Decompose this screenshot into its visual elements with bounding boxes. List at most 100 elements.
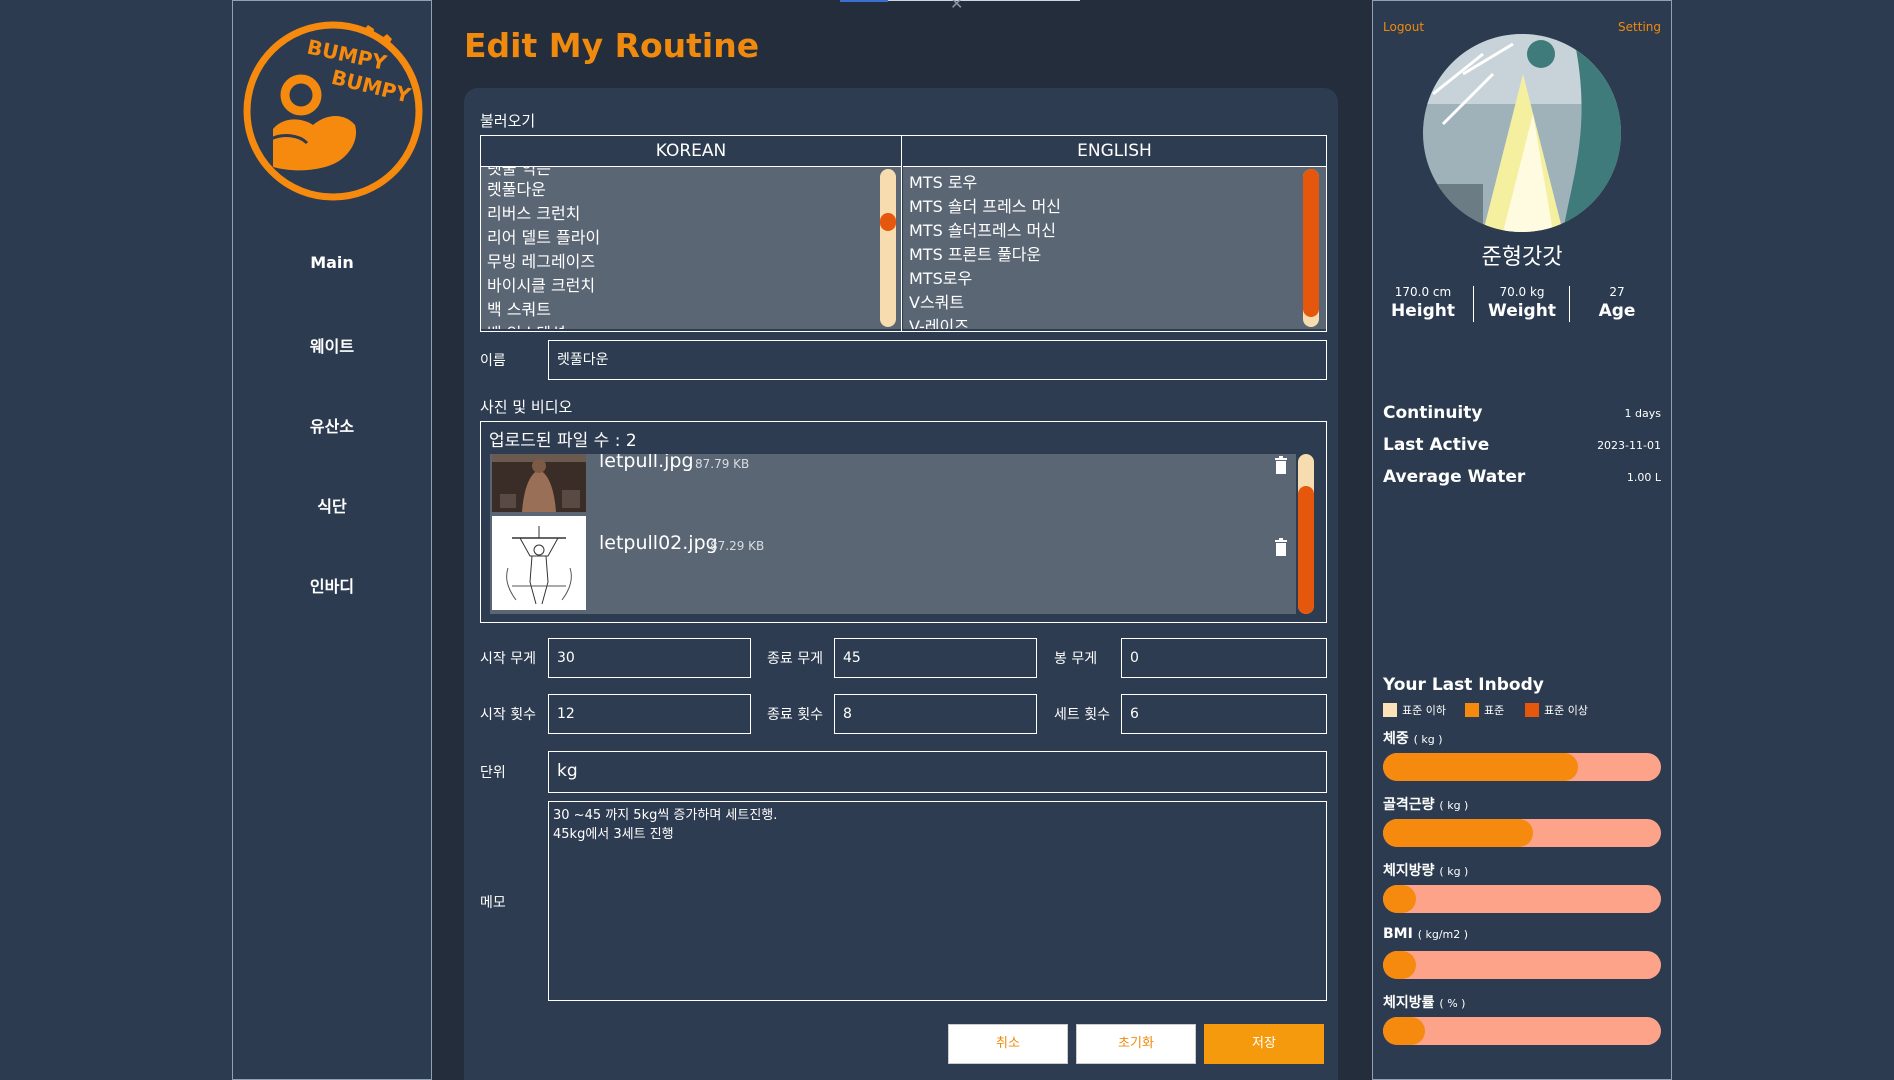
memo-textarea[interactable] — [548, 801, 1327, 1001]
bar-unit: ( % ) — [1439, 997, 1466, 1010]
sets-label: 세트 횟수 — [1054, 707, 1110, 723]
korean-scroll-thumb[interactable] — [880, 213, 896, 231]
files-scroll-thumb[interactable] — [1298, 486, 1314, 614]
list-item[interactable]: 백 스쿼트 — [487, 296, 551, 320]
page-title: Edit My Routine — [464, 26, 760, 65]
file-list: letpull.jpg 87.79 KB letpull02.jpg 87.29… — [490, 454, 1296, 614]
bar-label-bmi: BMI ( kg/m2 ) — [1383, 926, 1468, 942]
unit-label: 단위 — [480, 765, 506, 781]
height-value: 170.0 cm — [1394, 285, 1452, 299]
name-input[interactable]: 렛풀다운 — [548, 340, 1327, 380]
nav-weight[interactable]: 웨이트 — [233, 333, 431, 357]
list-item[interactable]: V-레이즈 — [909, 313, 969, 329]
bar-label-fat-mass: 체지방량 ( kg ) — [1383, 860, 1468, 880]
end-reps-input[interactable]: 8 — [834, 694, 1037, 734]
bar-weight-input[interactable]: 0 — [1121, 638, 1327, 678]
delete-file-icon[interactable] — [1274, 538, 1288, 556]
delete-file-icon[interactable] — [1274, 456, 1288, 474]
bar-weight-label: 봉 무게 — [1054, 651, 1098, 667]
english-header: ENGLISH — [903, 136, 1326, 167]
file-count: 업로드된 파일 수 : 2 — [489, 431, 637, 451]
list-item[interactable]: 바이시클 크런치 — [487, 272, 595, 296]
height-label: Height — [1391, 301, 1455, 321]
start-weight-input[interactable]: 30 — [548, 638, 751, 678]
age-value: 27 — [1609, 285, 1625, 299]
avatar[interactable] — [1423, 34, 1621, 232]
bar-name: 골격근량 — [1383, 797, 1435, 813]
cancel-button[interactable]: 취소 — [948, 1024, 1068, 1064]
nav-cardio[interactable]: 유산소 — [233, 413, 431, 437]
stat-age: 27 Age — [1569, 285, 1665, 321]
bar-fill — [1383, 951, 1417, 979]
bar-name: BMI — [1383, 926, 1413, 942]
sidebar: BUMPY BUMPY Main 웨이트 유산소 식단 인바디 — [232, 0, 432, 1080]
bar-fat-pct — [1383, 1017, 1661, 1045]
file-upload-area[interactable]: 업로드된 파일 수 : 2 letpull.jpg 87.79 KB letpu… — [480, 421, 1327, 623]
list-item[interactable]: 리버스 크런치 — [487, 200, 580, 224]
top-tab-indicator — [840, 0, 888, 2]
list-item[interactable]: 리어 델트 플라이 — [487, 224, 600, 248]
list-item[interactable]: MTS 숄더프레스 머신 — [909, 217, 1056, 241]
continuity-label: Continuity — [1383, 403, 1483, 423]
english-column: ENGLISH MTS 로우 MTS 숄더 프레스 머신 MTS 숄더프레스 머… — [903, 136, 1326, 331]
bar-label-muscle: 골격근량 ( kg ) — [1383, 794, 1468, 814]
legend-standard-label: 표준 — [1484, 704, 1505, 717]
list-item[interactable]: 무빙 레그레이즈 — [487, 248, 595, 272]
english-list[interactable]: MTS 로우 MTS 숄더 프레스 머신 MTS 숄더프레스 머신 MTS 프론… — [903, 167, 1326, 329]
file-thumbnail — [492, 516, 586, 610]
legend-above-label: 표준 이상 — [1544, 704, 1588, 717]
memo-label: 메모 — [480, 895, 506, 911]
avg-water-value: 1.00 L — [1626, 471, 1661, 484]
bar-unit: ( kg/m2 ) — [1417, 928, 1469, 941]
nav-inbody[interactable]: 인바디 — [233, 573, 431, 597]
bar-fill — [1383, 885, 1417, 913]
file-thumbnail — [492, 454, 586, 512]
nav-main[interactable]: Main — [233, 253, 431, 272]
continuity-value: 1 days — [1624, 407, 1661, 420]
bar-fill — [1383, 753, 1578, 781]
bar-muscle — [1383, 819, 1661, 847]
reset-button[interactable]: 초기화 — [1076, 1024, 1196, 1064]
english-scroll-thumb[interactable] — [1303, 169, 1319, 317]
bar-fill — [1383, 1017, 1425, 1045]
last-active-label: Last Active — [1383, 435, 1490, 455]
bar-label-fat-pct: 체지방률 ( % ) — [1383, 992, 1465, 1012]
bar-unit: ( kg ) — [1439, 799, 1469, 812]
logout-link[interactable]: Logout — [1383, 20, 1424, 34]
main-content: ✕ Edit My Routine 불러오기 KOREAN 렛풀 익뜬 렛풀다운… — [432, 0, 1372, 1080]
korean-scrollbar[interactable] — [880, 169, 896, 327]
bar-fill — [1383, 819, 1534, 847]
top-close-icon[interactable]: ✕ — [950, 0, 963, 13]
bar-label-weight: 체중 ( kg ) — [1383, 728, 1443, 748]
bar-name: 체지방률 — [1383, 995, 1435, 1011]
save-button[interactable]: 저장 — [1204, 1024, 1324, 1064]
avg-water-label: Average Water — [1383, 467, 1526, 487]
weight-value: 70.0 kg — [1499, 285, 1545, 299]
legend-swatch-below — [1383, 703, 1397, 717]
end-weight-label: 종료 무게 — [767, 651, 823, 667]
start-reps-input[interactable]: 12 — [548, 694, 751, 734]
list-item[interactable]: MTS 로우 — [909, 169, 977, 193]
korean-column: KOREAN 렛풀 익뜬 렛풀다운 리버스 크런치 리어 델트 플라이 무빙 레… — [481, 136, 902, 331]
korean-list[interactable]: 렛풀 익뜬 렛풀다운 리버스 크런치 리어 델트 플라이 무빙 레그레이즈 바이… — [481, 167, 901, 329]
sets-input[interactable]: 6 — [1121, 694, 1327, 734]
bar-weight — [1383, 753, 1661, 781]
legend-below-label: 표준 이하 — [1402, 704, 1446, 717]
nav-diet[interactable]: 식단 — [233, 493, 431, 517]
start-reps-label: 시작 횟수 — [480, 707, 536, 723]
list-item[interactable]: V스쿼트 — [909, 289, 964, 313]
list-item[interactable]: 백 익스텐션 — [487, 320, 566, 329]
media-label: 사진 및 비디오 — [480, 398, 573, 416]
list-item[interactable]: MTS로우 — [909, 265, 972, 289]
unit-input[interactable]: kg — [548, 751, 1327, 793]
list-item[interactable]: 렛풀다운 — [487, 176, 546, 200]
name-label: 이름 — [480, 353, 506, 369]
inbody-title: Your Last Inbody — [1383, 675, 1544, 695]
end-weight-input[interactable]: 45 — [834, 638, 1037, 678]
bar-fat-mass — [1383, 885, 1661, 913]
list-item[interactable]: MTS 숄더 프레스 머신 — [909, 193, 1061, 217]
list-item[interactable]: MTS 프론트 풀다운 — [909, 241, 1041, 265]
bumpy-logo[interactable]: BUMPY BUMPY — [243, 21, 423, 201]
stat-height: 170.0 cm Height — [1375, 285, 1471, 321]
setting-link[interactable]: Setting — [1618, 20, 1661, 34]
